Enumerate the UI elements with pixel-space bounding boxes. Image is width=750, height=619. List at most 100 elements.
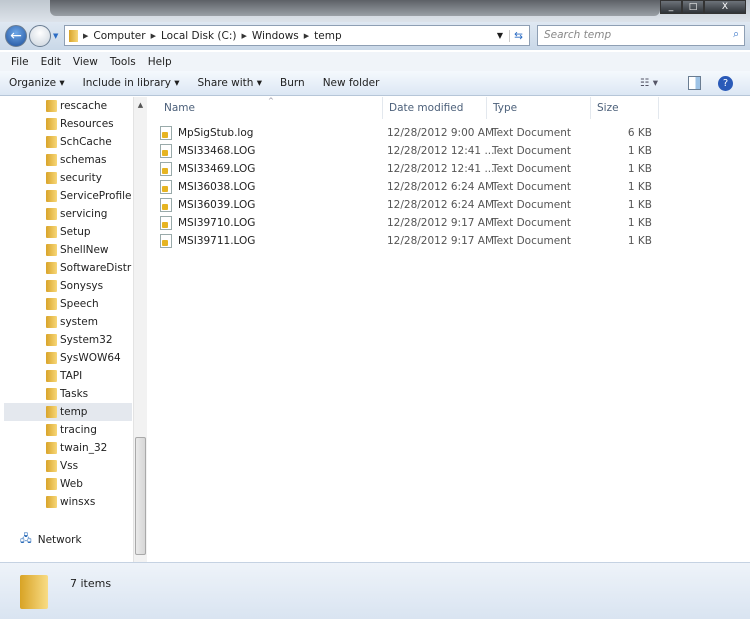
- nav-folder-tapi[interactable]: TAPI: [4, 367, 132, 385]
- chevron-right-icon: ▶: [150, 31, 156, 40]
- nav-folder-label: System32: [60, 334, 113, 346]
- nav-folder-schcache[interactable]: SchCache: [4, 133, 132, 151]
- menu-bar: File Edit View Tools Help: [0, 52, 750, 71]
- folder-icon: [46, 352, 57, 364]
- help-icon[interactable]: ?: [718, 75, 733, 91]
- file-row[interactable]: MpSigStub.log 12/28/2012 9:00 AM Text Docu…: [160, 124, 660, 142]
- nav-folder-shellnew[interactable]: ShellNew: [4, 241, 132, 259]
- close-button[interactable]: X: [704, 0, 746, 14]
- column-header-type[interactable]: Type: [487, 97, 591, 119]
- burn-button[interactable]: Burn: [271, 77, 314, 89]
- nav-folder-softwaredistrib[interactable]: SoftwareDistrib: [4, 259, 132, 277]
- menu-edit[interactable]: Edit: [35, 56, 67, 68]
- scrollbar-thumb[interactable]: [135, 437, 146, 555]
- nav-folder-setup[interactable]: Setup: [4, 223, 132, 241]
- text-file-icon: [160, 144, 172, 158]
- refresh-icon[interactable]: ⇆: [509, 29, 527, 42]
- folder-icon: [46, 208, 57, 220]
- nav-folder-web[interactable]: Web: [4, 475, 132, 493]
- share-with-button[interactable]: Share with ▾: [189, 77, 272, 89]
- scroll-up-icon[interactable]: ▲: [134, 101, 147, 109]
- breadcrumb-computer[interactable]: Computer: [93, 30, 145, 42]
- folder-icon: [46, 262, 57, 274]
- nav-folder-system[interactable]: system: [4, 313, 132, 331]
- folder-icon: [46, 460, 57, 472]
- minimize-button[interactable]: _: [660, 0, 682, 14]
- nav-folder-label: ShellNew: [60, 244, 109, 256]
- search-icon[interactable]: ⌕: [733, 28, 739, 41]
- nav-folder-label: servicing: [60, 208, 108, 220]
- file-row[interactable]: MSI36039.LOG 12/28/2012 6:24 AM Text Docum…: [160, 196, 660, 214]
- organize-button[interactable]: Organize ▾: [0, 77, 74, 89]
- view-options-icon[interactable]: ☷ ▾: [640, 77, 658, 89]
- column-header-size[interactable]: Size: [591, 97, 659, 119]
- menu-file[interactable]: File: [5, 56, 35, 68]
- nav-network[interactable]: 🖧 Network: [4, 531, 132, 549]
- file-row[interactable]: MSI39710.LOG 12/28/2012 9:17 AM Text Docum…: [160, 214, 660, 232]
- nav-folder-label: schemas: [60, 154, 107, 166]
- nav-folder-temp[interactable]: temp: [4, 403, 132, 421]
- file-size: 1 KB: [627, 217, 652, 229]
- file-name: MSI36039.LOG: [178, 199, 256, 211]
- folder-icon: [20, 575, 48, 609]
- file-name: MSI36038.LOG: [178, 181, 256, 193]
- file-row[interactable]: MSI36038.LOG 12/28/2012 6:24 AM Text Docum…: [160, 178, 660, 196]
- file-date: 12/28/2012 6:24 AM: [387, 181, 495, 193]
- nav-folder-label: SysWOW64: [60, 352, 121, 364]
- folder-icon: [46, 478, 57, 490]
- address-bar[interactable]: ▶ Computer ▶ Local Disk (C:) ▶ Windows ▶…: [64, 25, 530, 46]
- title-bar: _ □ X: [0, 0, 750, 22]
- new-folder-button[interactable]: New folder: [314, 77, 389, 89]
- forward-button[interactable]: [29, 25, 51, 47]
- breadcrumb-local-disk[interactable]: Local Disk (C:): [161, 30, 237, 42]
- file-row[interactable]: MSI33469.LOG 12/28/2012 12:41 ... Text Doc…: [160, 160, 660, 178]
- file-type: Text Document: [492, 199, 571, 211]
- folder-icon: [46, 298, 57, 310]
- file-row[interactable]: MSI33468.LOG 12/28/2012 12:41 ... Text Doc…: [160, 142, 660, 160]
- maximize-button[interactable]: □: [682, 0, 704, 14]
- command-bar: Organize ▾ Include in library ▾ Share wi…: [0, 71, 750, 96]
- nav-folder-label: winsxs: [60, 496, 96, 508]
- file-list: Name ^ Date modified Type Size MpSigStub.…: [148, 97, 750, 562]
- address-dropdown-icon[interactable]: ▼: [497, 31, 503, 40]
- nav-folder-serviceprofiles[interactable]: ServiceProfiles: [4, 187, 132, 205]
- file-row[interactable]: MSI39711.LOG 12/28/2012 9:17 AM Text Docum…: [160, 232, 660, 250]
- file-date: 12/28/2012 12:41 ...: [387, 163, 495, 175]
- column-header-name[interactable]: Name ^: [158, 97, 383, 119]
- nav-folder-syswow64[interactable]: SysWOW64: [4, 349, 132, 367]
- menu-help[interactable]: Help: [142, 56, 178, 68]
- nav-folder-schemas[interactable]: schemas: [4, 151, 132, 169]
- folder-icon: [46, 280, 57, 292]
- nav-folder-twain_32[interactable]: twain_32: [4, 439, 132, 457]
- nav-folder-security[interactable]: security: [4, 169, 132, 187]
- nav-folder-sonysys[interactable]: Sonysys: [4, 277, 132, 295]
- nav-folder-speech[interactable]: Speech: [4, 295, 132, 313]
- back-button[interactable]: ←: [5, 25, 27, 47]
- breadcrumb-windows[interactable]: Windows: [252, 30, 299, 42]
- nav-folder-tracing[interactable]: tracing: [4, 421, 132, 439]
- nav-folder-servicing[interactable]: servicing: [4, 205, 132, 223]
- text-file-icon: [160, 180, 172, 194]
- nav-folder-system32[interactable]: System32: [4, 331, 132, 349]
- search-input[interactable]: Search temp ⌕: [537, 25, 745, 46]
- file-type: Text Document: [492, 127, 571, 139]
- folder-icon: [46, 496, 57, 508]
- nav-folder-winsxs[interactable]: winsxs: [4, 493, 132, 511]
- file-size: 6 KB: [627, 127, 652, 139]
- preview-pane-icon[interactable]: [688, 76, 701, 90]
- text-file-icon: [160, 162, 172, 176]
- menu-view[interactable]: View: [67, 56, 104, 68]
- nav-folder-tasks[interactable]: Tasks: [4, 385, 132, 403]
- file-name: MSI33469.LOG: [178, 163, 256, 175]
- column-header-date[interactable]: Date modified: [383, 97, 487, 119]
- include-in-library-button[interactable]: Include in library ▾: [74, 77, 189, 89]
- breadcrumb-temp[interactable]: temp: [314, 30, 341, 42]
- nav-folder-vss[interactable]: Vss: [4, 457, 132, 475]
- file-date: 12/28/2012 9:17 AM: [387, 235, 495, 247]
- nav-scrollbar[interactable]: ▲: [133, 97, 147, 562]
- menu-tools[interactable]: Tools: [104, 56, 142, 68]
- nav-folder-resources[interactable]: Resources: [4, 115, 132, 133]
- folder-icon: [46, 172, 57, 184]
- nav-folder-rescache[interactable]: rescache: [4, 97, 132, 115]
- recent-pages-icon[interactable]: ▼: [53, 32, 58, 40]
